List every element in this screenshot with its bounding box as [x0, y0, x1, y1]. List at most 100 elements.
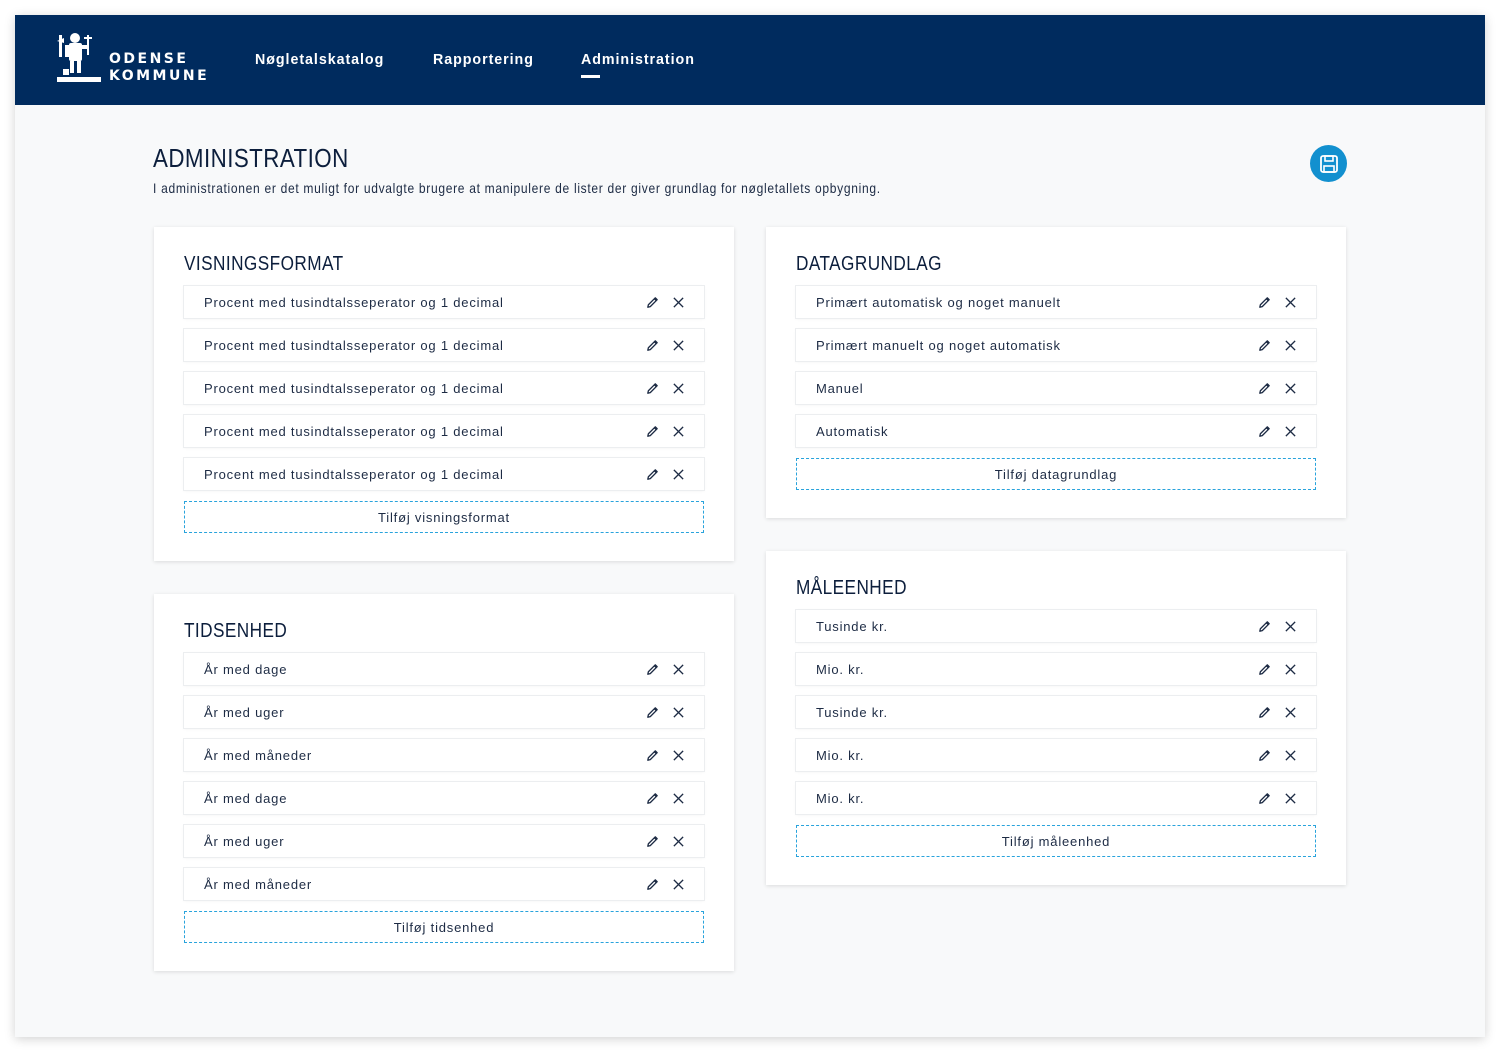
list-item[interactable]: Procent med tusindtalsseperator og 1 dec… [184, 372, 704, 404]
pencil-icon[interactable] [1254, 292, 1274, 312]
list-item[interactable]: Primært automatisk og noget manuelt [796, 286, 1316, 318]
pencil-icon[interactable] [642, 831, 662, 851]
list-item[interactable]: År med uger [184, 696, 704, 728]
close-icon[interactable] [668, 745, 688, 765]
list-item[interactable]: Mio. kr. [796, 739, 1316, 771]
odense-kommune-logo[interactable]: ODENSE KOMMUNE [55, 29, 209, 85]
list-item[interactable]: Primært manuelt og noget automatisk [796, 329, 1316, 361]
datagrundlag-card: DATAGRUNDLAG Primært automatisk og noget… [766, 227, 1346, 518]
list-item[interactable]: Procent med tusindtalsseperator og 1 dec… [184, 329, 704, 361]
list-item-label: Mio. kr. [816, 661, 865, 677]
pencil-icon[interactable] [642, 874, 662, 894]
list-item[interactable]: År med dage [184, 653, 704, 685]
pencil-icon[interactable] [642, 464, 662, 484]
card-title: MÅLEENHED [796, 577, 907, 599]
add-tidsenhed-button[interactable]: Tilføj tidsenhed [184, 911, 704, 943]
main-nav: Nøgletalskatalog Rapportering Administra… [255, 51, 743, 78]
logo-line-1: ODENSE [109, 51, 189, 67]
pencil-icon[interactable] [1254, 788, 1274, 808]
list-item[interactable]: Mio. kr. [796, 653, 1316, 685]
pencil-icon[interactable] [1254, 659, 1274, 679]
close-icon[interactable] [668, 702, 688, 722]
pencil-icon[interactable] [1254, 702, 1274, 722]
pencil-icon[interactable] [642, 659, 662, 679]
close-icon[interactable] [668, 659, 688, 679]
pencil-icon[interactable] [1254, 616, 1274, 636]
page-title: ADMINISTRATION [153, 143, 349, 173]
pencil-icon[interactable] [1254, 421, 1274, 441]
list-item[interactable]: År med måneder [184, 868, 704, 900]
nav-item-rapportering[interactable]: Rapportering [433, 51, 534, 68]
list-item-label: Automatisk [816, 423, 889, 439]
list-item[interactable]: År med dage [184, 782, 704, 814]
list-item[interactable]: Manuel [796, 372, 1316, 404]
list-item-label: År med uger [204, 704, 285, 720]
list-item[interactable]: Tusinde kr. [796, 696, 1316, 728]
close-icon[interactable] [668, 335, 688, 355]
pencil-icon[interactable] [1254, 378, 1274, 398]
list-item-label: År med måneder [204, 747, 313, 763]
add-maaleenhed-button[interactable]: Tilføj måleenhed [796, 825, 1316, 857]
list-item-label: År med uger [204, 833, 285, 849]
logo-line-2: KOMMUNE [109, 68, 210, 84]
list-item-label: Primært manuelt og noget automatisk [816, 337, 1061, 353]
list-item[interactable]: Tusinde kr. [796, 610, 1316, 642]
close-icon[interactable] [1280, 378, 1300, 398]
save-button[interactable] [1310, 145, 1347, 182]
pencil-icon[interactable] [1254, 335, 1274, 355]
list-item[interactable]: År med måneder [184, 739, 704, 771]
list-item-label: Primært automatisk og noget manuelt [816, 294, 1061, 310]
list-item-label: Manuel [816, 380, 864, 396]
close-icon[interactable] [1280, 335, 1300, 355]
close-icon[interactable] [668, 292, 688, 312]
list-item-label: Procent med tusindtalsseperator og 1 dec… [204, 337, 504, 353]
pencil-icon[interactable] [642, 788, 662, 808]
pencil-icon[interactable] [642, 702, 662, 722]
close-icon[interactable] [1280, 702, 1300, 722]
pencil-icon[interactable] [642, 292, 662, 312]
close-icon[interactable] [1280, 659, 1300, 679]
pencil-icon[interactable] [1254, 745, 1274, 765]
close-icon[interactable] [1280, 616, 1300, 636]
list-item[interactable]: Mio. kr. [796, 782, 1316, 814]
list-item-label: Tusinde kr. [816, 618, 888, 634]
visningsformat-card: VISNINGSFORMAT Procent med tusindtalssep… [154, 227, 734, 561]
list-item[interactable]: År med uger [184, 825, 704, 857]
pencil-icon[interactable] [642, 421, 662, 441]
list-item-label: År med dage [204, 661, 288, 677]
list-item-label: Procent med tusindtalsseperator og 1 dec… [204, 466, 504, 482]
logo-wordmark: ODENSE KOMMUNE [109, 51, 209, 85]
list-item[interactable]: Procent med tusindtalsseperator og 1 dec… [184, 415, 704, 447]
close-icon[interactable] [668, 874, 688, 894]
pencil-icon[interactable] [642, 378, 662, 398]
add-datagrundlag-button[interactable]: Tilføj datagrundlag [796, 458, 1316, 490]
app-window: ODENSE KOMMUNE Nøgletalskatalog Rapporte… [15, 15, 1485, 1037]
close-icon[interactable] [1280, 292, 1300, 312]
maaleenhed-card: MÅLEENHED Tusinde kr. Mio. kr. Tusinde kr.… [766, 551, 1346, 885]
list-item[interactable]: Procent med tusindtalsseperator og 1 dec… [184, 458, 704, 490]
close-icon[interactable] [1280, 745, 1300, 765]
list-item-label: Procent med tusindtalsseperator og 1 dec… [204, 380, 504, 396]
pencil-icon[interactable] [642, 335, 662, 355]
close-icon[interactable] [668, 421, 688, 441]
close-icon[interactable] [668, 831, 688, 851]
list-item-label: Procent med tusindtalsseperator og 1 dec… [204, 423, 504, 439]
add-visningsformat-button[interactable]: Tilføj visningsformat [184, 501, 704, 533]
close-icon[interactable] [1280, 421, 1300, 441]
card-title: VISNINGSFORMAT [184, 253, 344, 275]
list-item[interactable]: Automatisk [796, 415, 1316, 447]
close-icon[interactable] [668, 378, 688, 398]
list-item-label: Procent med tusindtalsseperator og 1 dec… [204, 294, 504, 310]
page-description: I administrationen er det muligt for udv… [153, 180, 881, 196]
close-icon[interactable] [668, 788, 688, 808]
close-icon[interactable] [1280, 788, 1300, 808]
nav-item-noegletalskatalog[interactable]: Nøgletalskatalog [255, 51, 384, 68]
nav-item-administration[interactable]: Administration [581, 51, 695, 78]
list-item-label: Mio. kr. [816, 747, 865, 763]
pencil-icon[interactable] [642, 745, 662, 765]
list-item-label: År med dage [204, 790, 288, 806]
close-icon[interactable] [668, 464, 688, 484]
tidsenhed-card: TIDSENHED År med dage År med uger År med m… [154, 594, 734, 971]
list-item-label: År med måneder [204, 876, 313, 892]
list-item[interactable]: Procent med tusindtalsseperator og 1 dec… [184, 286, 704, 318]
